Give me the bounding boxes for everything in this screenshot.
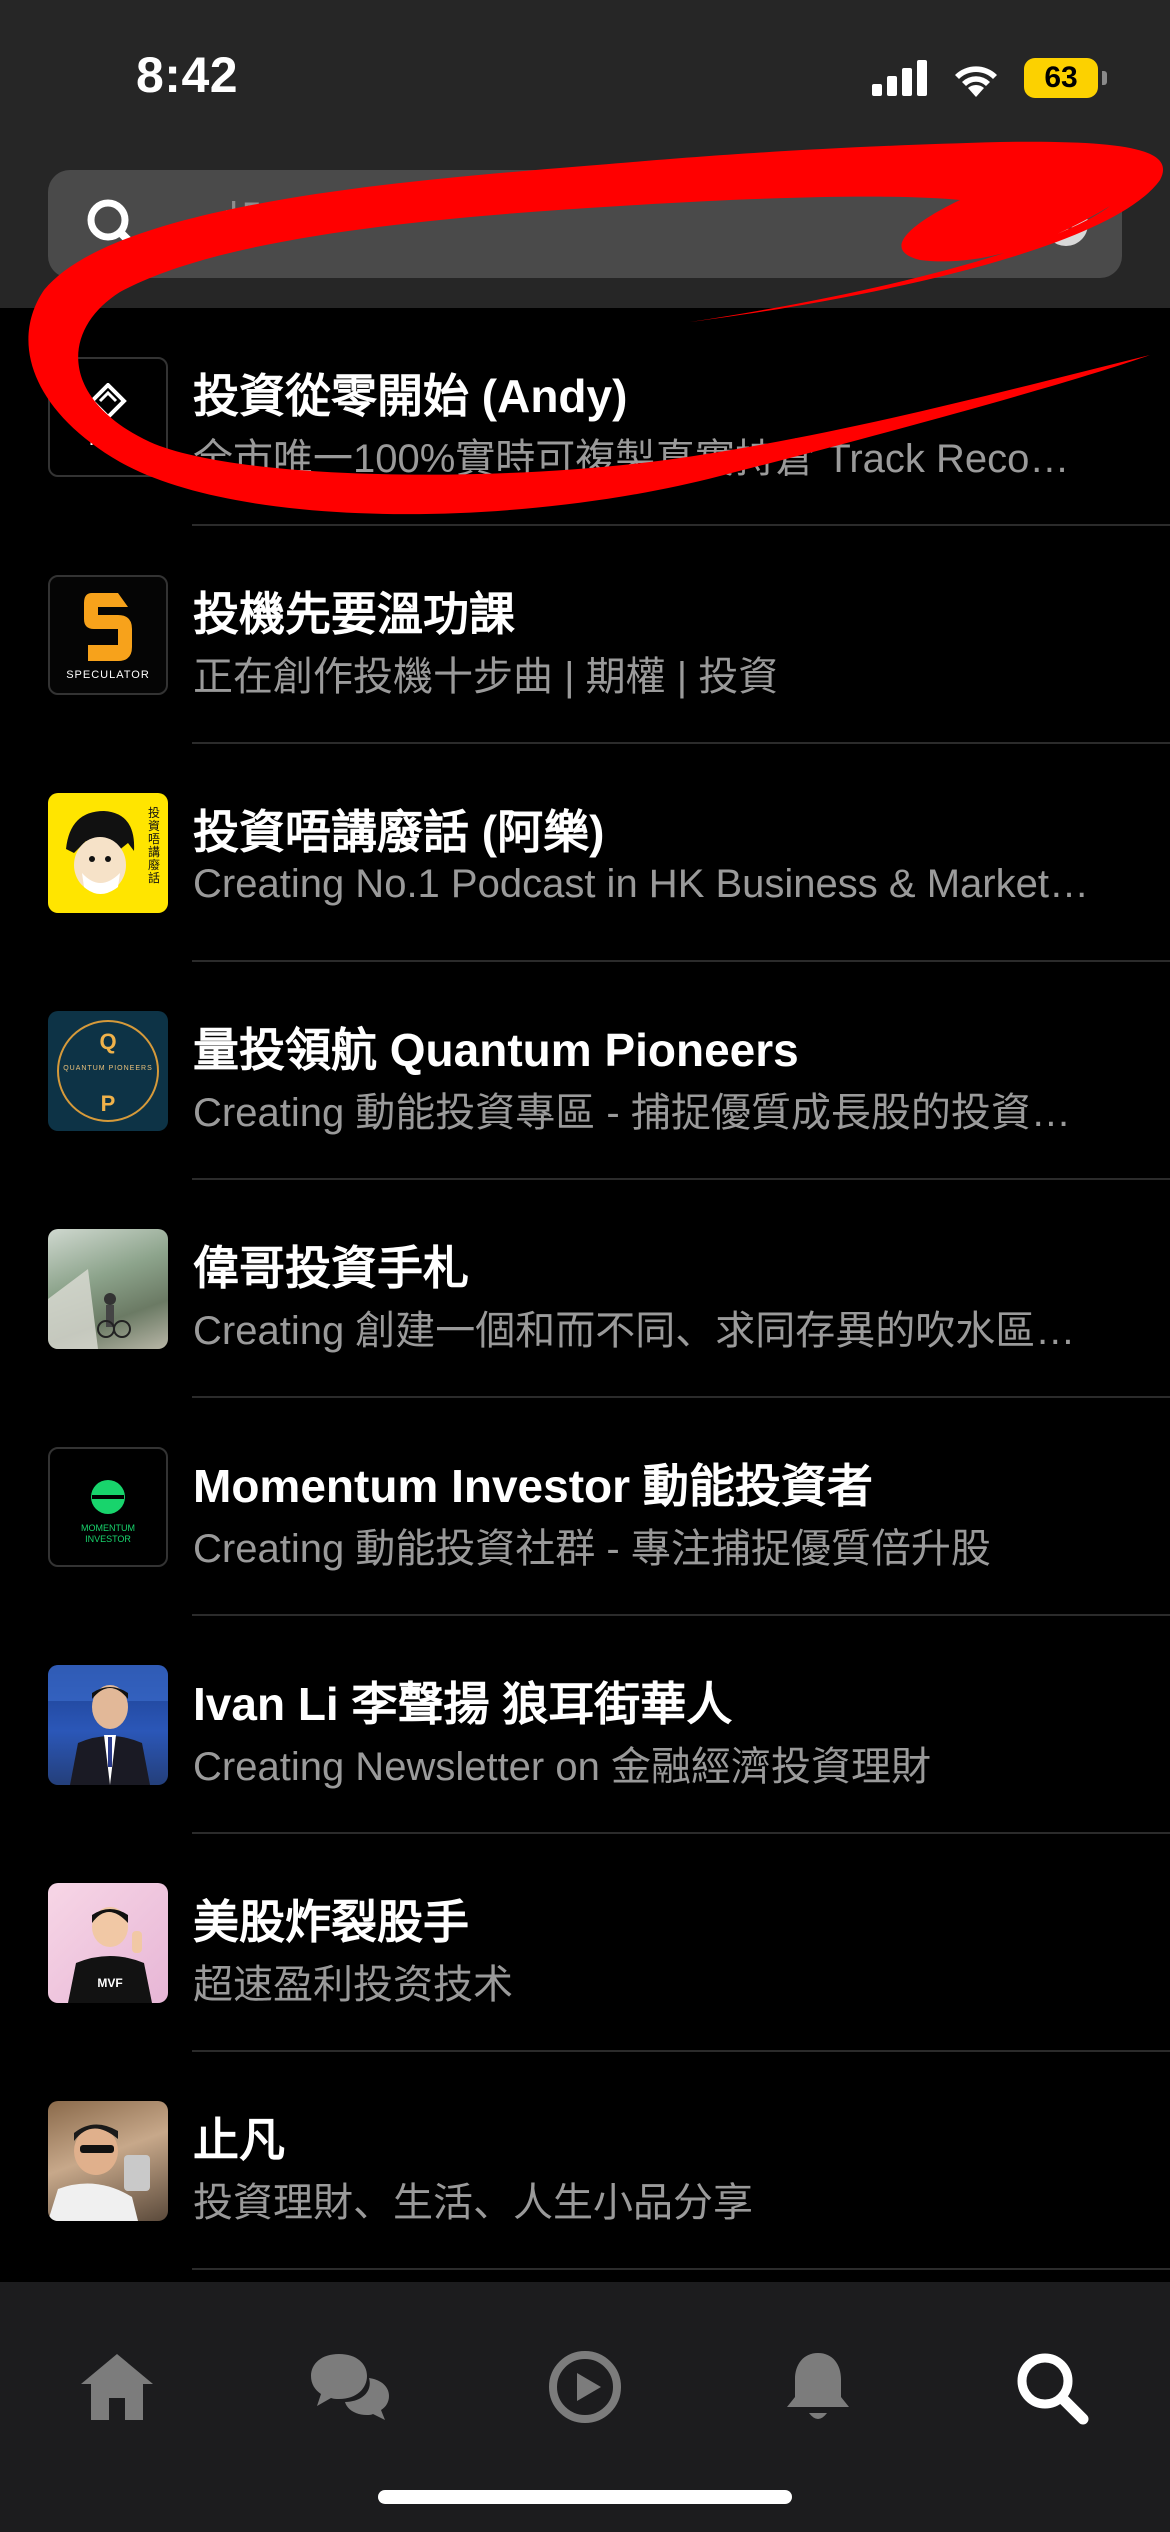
result-row[interactable]: IFZ 投資從零開始 (Andy) 全市唯一100%實時可複製真實持倉 Trac… <box>0 308 1170 526</box>
avatar-text: 投資唔講廢話 <box>148 806 161 885</box>
logo-icon <box>89 383 127 420</box>
tab-video[interactable] <box>540 2342 630 2432</box>
status-icons: 63 <box>872 56 1107 100</box>
home-icon <box>81 2354 153 2420</box>
avatar <box>48 2101 168 2221</box>
result-subtitle: Creating No.1 Podcast in HK Business & M… <box>193 862 1089 906</box>
result-title: 美股炸裂股手 <box>193 1896 469 1948</box>
chat-icon <box>311 2354 389 2420</box>
result-subtitle: Creating Newsletter on 金融經濟投資理財 <box>193 1745 931 1789</box>
battery-icon: 63 <box>1024 58 1107 98</box>
avatar-text: IFZ <box>88 425 128 450</box>
person-photo-icon <box>48 1665 168 1785</box>
result-title: Ivan Li 李聲揚 狼耳街華人 <box>193 1678 733 1730</box>
home-indicator[interactable] <box>378 2490 792 2504</box>
result-title: 投資從零開始 (Andy) <box>193 370 628 422</box>
avatar: IFZ <box>48 357 168 477</box>
result-title: Momentum Investor 動能投資者 <box>193 1460 873 1512</box>
svg-text:MVF: MVF <box>97 1976 122 1990</box>
avatar-text: MOMENTUM INVESTOR <box>81 1523 135 1544</box>
result-row[interactable]: 投資唔講廢話 投資唔講廢話 (阿樂) Creating No.1 Podcast… <box>0 744 1170 962</box>
avatar: MVF <box>48 1883 168 2003</box>
result-row[interactable]: MVF 美股炸裂股手 超速盈利投资技术 <box>0 1834 1170 2052</box>
person-photo-icon <box>48 2124 150 2221</box>
result-row[interactable]: 止凡 投資理財、生活、人生小品分享 <box>0 2052 1170 2270</box>
result-row[interactable]: Ivan Li 李聲揚 狼耳街華人 Creating Newsletter on… <box>0 1616 1170 1834</box>
avatar-text: SPECULATOR <box>66 669 150 681</box>
avatar: Q P QUANTUM PIONEERS <box>48 1011 168 1131</box>
result-subtitle: Creating 動能投資社群 - 專注捕捉優質倍升股 <box>193 1527 991 1571</box>
result-subtitle: Creating 創建一個和而不同、求同存異的吹水區… <box>193 1309 1076 1353</box>
photo-icon <box>48 1269 131 1349</box>
avatar <box>48 1665 168 1785</box>
logo-icon <box>91 1480 125 1514</box>
wifi-icon <box>955 66 997 97</box>
result-subtitle: Creating 動能投資專區 - 捕捉優質成長股的投資… <box>193 1091 1071 1135</box>
avatar: SPECULATOR <box>48 575 168 695</box>
result-row[interactable]: 偉哥投資手札 Creating 創建一個和而不同、求同存異的吹水區… <box>0 1180 1170 1398</box>
result-subtitle: 投資理財、生活、人生小品分享 <box>193 2181 753 2225</box>
cellular-signal-icon <box>872 60 927 96</box>
person-photo-icon: MVF <box>68 1907 152 2003</box>
avatar-text: QUANTUM PIONEERS <box>63 1065 153 1072</box>
tab-home[interactable] <box>72 2342 162 2432</box>
avatar: 投資唔講廢話 <box>48 793 168 913</box>
play-icon <box>549 2351 621 2423</box>
result-title: 偉哥投資手札 <box>193 1242 469 1294</box>
result-subtitle: 全市唯一100%實時可複製真實持倉 Track Reco… <box>193 437 1070 481</box>
result-title: 止凡 <box>193 2114 285 2166</box>
avatar <box>48 1229 168 1349</box>
result-subtitle: 超速盈利投资技术 <box>193 1963 513 2007</box>
result-subtitle: 正在創作投機十步曲 | 期權 | 投資 <box>193 655 779 699</box>
result-title: 投資唔講廢話 (阿樂) <box>193 806 605 858</box>
result-title: 量投領航 Quantum Pioneers <box>193 1024 799 1076</box>
search-bar[interactable]: 投 <box>48 170 1122 278</box>
search-results-list: IFZ 投資從零開始 (Andy) 全市唯一100%實時可複製真實持倉 Trac… <box>0 308 1170 2270</box>
header: 8:42 63 投 <box>0 0 1170 308</box>
close-icon <box>1057 215 1075 233</box>
svg-text:P: P <box>101 1091 116 1116</box>
clear-search-button[interactable] <box>1044 202 1088 246</box>
status-time: 8:42 <box>136 47 239 103</box>
result-row[interactable]: MOMENTUM INVESTOR Momentum Investor 動能投資… <box>0 1398 1170 1616</box>
tab-search[interactable] <box>1006 2342 1096 2432</box>
avatar: MOMENTUM INVESTOR <box>48 1447 168 1567</box>
tab-chat[interactable] <box>305 2342 395 2432</box>
tab-notifications[interactable] <box>773 2342 863 2432</box>
search-icon <box>1017 2353 1089 2425</box>
search-input[interactable]: 投 <box>224 170 268 278</box>
search-icon <box>87 199 140 252</box>
battery-level: 63 <box>1024 58 1098 98</box>
bell-icon <box>787 2353 849 2419</box>
svg-text:Q: Q <box>99 1029 116 1054</box>
result-row[interactable]: Q P QUANTUM PIONEERS 量投領航 Quantum Pionee… <box>0 962 1170 1180</box>
result-title: 投機先要溫功課 <box>193 588 515 640</box>
result-row[interactable]: SPECULATOR 投機先要溫功課 正在創作投機十步曲 | 期權 | 投資 <box>0 526 1170 744</box>
